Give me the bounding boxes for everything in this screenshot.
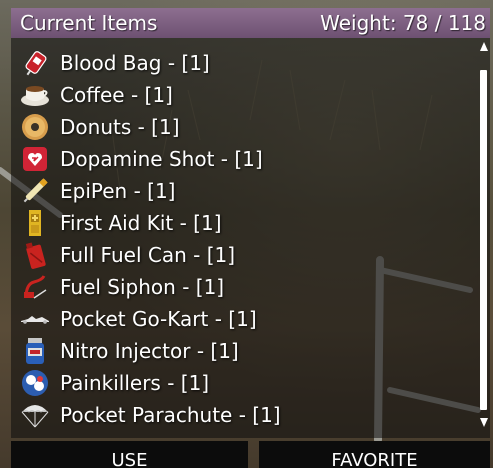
dopamine-shot-icon [18,144,52,174]
parachute-icon [18,400,52,430]
list-item[interactable]: Pocket Go-Kart - [1] [18,303,473,335]
painkillers-icon [18,368,52,398]
scroll-down-arrow-icon[interactable] [480,418,488,427]
list-item[interactable]: EpiPen - [1] [18,175,473,207]
favorite-button[interactable]: FAVORITE [259,441,490,468]
item-label: Coffee - [1] [60,83,173,107]
list-item[interactable]: Fuel Siphon - [1] [18,271,473,303]
list-item[interactable]: Coffee - [1] [18,79,473,111]
list-item[interactable]: Blood Bag - [1] [18,47,473,79]
item-label: Dopamine Shot - [1] [60,147,263,171]
use-button[interactable]: USE [11,441,248,468]
epipen-icon [18,176,52,206]
item-label: Fuel Siphon - [1] [60,275,225,299]
item-label: EpiPen - [1] [60,179,176,203]
list-item[interactable]: First Aid Kit - [1] [18,207,473,239]
list-item[interactable]: Dopamine Shot - [1] [18,143,473,175]
panel-title: Current Items [20,11,158,35]
item-label: Painkillers - [1] [60,371,210,395]
list-item[interactable]: Nitro Injector - [1] [18,335,473,367]
item-label: Nitro Injector - [1] [60,339,239,363]
list-item[interactable]: Donuts - [1] [18,111,473,143]
go-kart-icon [18,304,52,334]
fuel-siphon-icon [18,272,52,302]
scroll-up-arrow-icon[interactable] [480,42,488,51]
list-item[interactable]: Pocket Parachute - [1] [18,399,473,431]
item-label: First Aid Kit - [1] [60,211,222,235]
list-scrollbar[interactable] [478,42,490,434]
coffee-icon [18,80,52,110]
fuel-can-icon [18,240,52,270]
item-label: Pocket Go-Kart - [1] [60,307,257,331]
inventory-header: Current Items Weight: 78 / 118 [11,8,490,38]
first-aid-kit-icon [18,208,52,238]
list-item[interactable]: Painkillers - [1] [18,367,473,399]
donut-icon [18,112,52,142]
item-label: Donuts - [1] [60,115,180,139]
item-label: Full Fuel Can - [1] [60,243,236,267]
list-item[interactable]: Full Fuel Can - [1] [18,239,473,271]
scrollbar-thumb[interactable] [480,70,487,410]
item-list: Blood Bag - [1] Coffee - [1] Donuts - [1… [18,47,473,431]
nitro-injector-icon [18,336,52,366]
weight-readout: Weight: 78 / 118 [320,11,486,35]
item-label: Pocket Parachute - [1] [60,403,281,427]
item-label: Blood Bag - [1] [60,51,210,75]
blood-bag-icon [18,48,52,78]
